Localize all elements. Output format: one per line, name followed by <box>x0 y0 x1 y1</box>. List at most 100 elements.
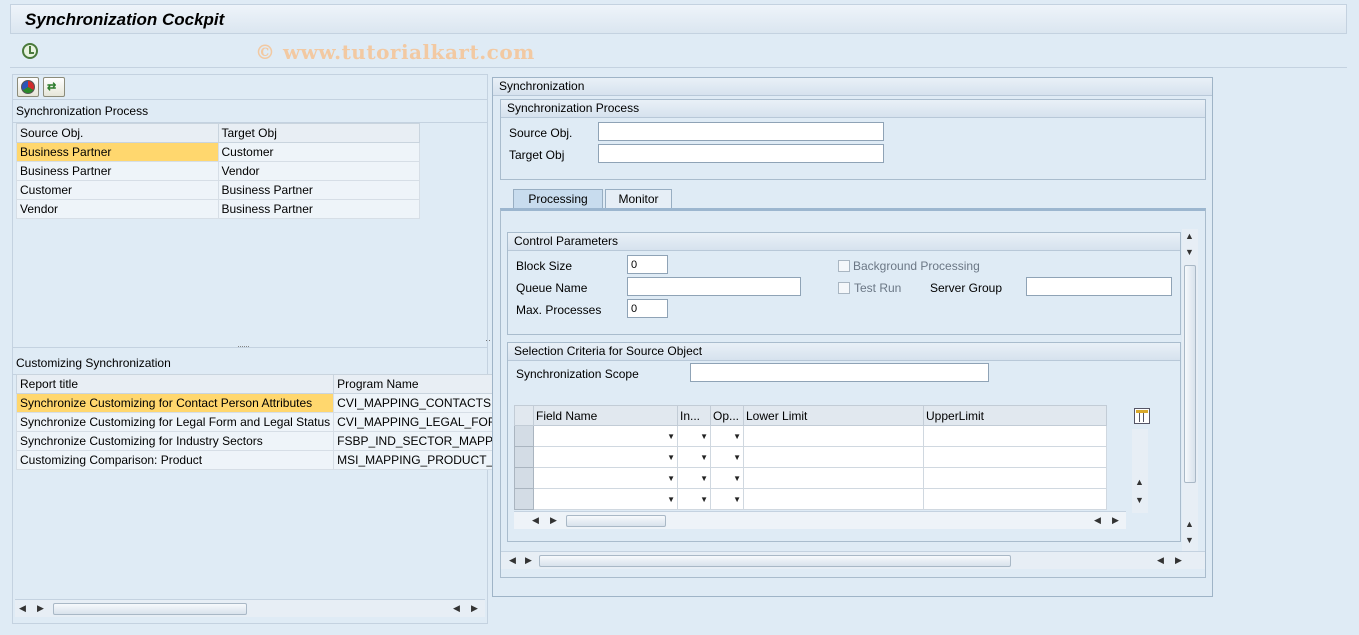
color-ball-button[interactable] <box>17 77 39 97</box>
chevron-down-icon[interactable]: ▼ <box>700 453 708 462</box>
tab-processing[interactable]: Processing <box>513 189 603 209</box>
chevron-down-icon[interactable]: ▼ <box>700 495 708 504</box>
cell-report-title[interactable]: Synchronize Customizing for Contact Pers… <box>15 393 335 413</box>
in-dropdown[interactable]: ▼ <box>677 446 711 468</box>
table-row[interactable]: Synchronize Customizing for Contact Pers… <box>15 393 501 413</box>
scroll-right-icon[interactable]: ▶ <box>550 515 557 526</box>
scroll-right-icon[interactable]: ▶ <box>525 555 532 566</box>
column-header-upper-limit[interactable]: UpperLimit <box>923 405 1107 426</box>
scroll-left-icon[interactable]: ◀ <box>19 603 26 614</box>
table-row[interactable]: ▼ ▼ ▼ <box>514 467 1107 489</box>
test-run-checkbox[interactable] <box>838 282 850 294</box>
table-row[interactable]: Customer Business Partner <box>16 180 420 200</box>
table-row[interactable]: Customizing Comparison: Product MSI_MAPP… <box>15 450 501 470</box>
block-size-input[interactable] <box>627 255 668 274</box>
op-dropdown[interactable]: ▼ <box>710 467 744 489</box>
table-row[interactable]: ▼ ▼ ▼ <box>514 446 1107 468</box>
queue-name-input[interactable] <box>627 277 801 296</box>
scroll-right-icon[interactable]: ▶ <box>37 603 44 614</box>
cell-source[interactable]: Vendor <box>16 199 219 219</box>
upper-limit-cell[interactable] <box>923 446 1107 468</box>
max-processes-input[interactable] <box>627 299 668 318</box>
scroll-down-icon[interactable]: ▼ <box>1185 247 1194 257</box>
scroll-left-icon[interactable]: ◀ <box>532 515 539 526</box>
cell-report-title[interactable]: Synchronize Customizing for Industry Sec… <box>15 431 335 451</box>
cell-report-title[interactable]: Customizing Comparison: Product <box>15 450 335 470</box>
cell-program-name[interactable]: CVI_MAPPING_CONTACTS <box>333 393 501 413</box>
table-settings-icon[interactable] <box>1134 408 1150 424</box>
splitter[interactable] <box>13 347 487 348</box>
lower-limit-cell[interactable] <box>743 488 924 510</box>
scroll-left-icon[interactable]: ◀ <box>509 555 516 566</box>
field-name-dropdown[interactable]: ▼ <box>533 425 678 447</box>
cell-source[interactable]: Customer <box>16 180 219 200</box>
scrollbar-thumb[interactable] <box>566 515 666 527</box>
cell-program-name[interactable]: FSBP_IND_SECTOR_MAPPI <box>333 431 501 451</box>
table-row[interactable]: Business Partner Customer <box>16 142 420 162</box>
table-row[interactable]: Synchronize Customizing for Industry Sec… <box>15 431 501 451</box>
cell-report-title[interactable]: Synchronize Customizing for Legal Form a… <box>15 412 335 432</box>
execute-icon[interactable] <box>22 43 38 59</box>
lower-limit-cell[interactable] <box>743 446 924 468</box>
scroll-right-icon[interactable]: ▶ <box>471 603 478 614</box>
column-header-in[interactable]: In... <box>677 405 711 426</box>
scroll-left-icon[interactable]: ◀ <box>453 603 460 614</box>
op-dropdown[interactable]: ▼ <box>710 446 744 468</box>
lower-limit-cell[interactable] <box>743 425 924 447</box>
lower-limit-cell[interactable] <box>743 467 924 489</box>
op-dropdown[interactable]: ▼ <box>710 425 744 447</box>
scroll-right-icon[interactable]: ▶ <box>1112 515 1119 526</box>
row-selector[interactable] <box>514 467 534 489</box>
server-group-input[interactable] <box>1026 277 1172 296</box>
column-header-lower-limit[interactable]: Lower Limit <box>743 405 924 426</box>
scrollbar-thumb[interactable] <box>539 555 1011 567</box>
field-name-dropdown[interactable]: ▼ <box>533 446 678 468</box>
column-header-program-name[interactable]: Program Name <box>333 374 501 394</box>
cell-target[interactable]: Business Partner <box>217 180 420 200</box>
upper-limit-cell[interactable] <box>923 425 1107 447</box>
scroll-left-icon[interactable]: ◀ <box>1157 555 1164 566</box>
column-header-field-name[interactable]: Field Name <box>533 405 678 426</box>
tab-vertical-scrollbar[interactable]: ▲ ▼ ▲ ▼ <box>1182 229 1198 551</box>
row-selector[interactable] <box>514 446 534 468</box>
chevron-down-icon[interactable]: ▼ <box>733 495 741 504</box>
in-dropdown[interactable]: ▼ <box>677 425 711 447</box>
chevron-down-icon[interactable]: ▼ <box>667 474 675 483</box>
scroll-up-icon[interactable]: ▲ <box>1185 231 1194 241</box>
chevron-down-icon[interactable]: ▼ <box>667 453 675 462</box>
tab-monitor[interactable]: Monitor <box>605 189 672 209</box>
column-header-op[interactable]: Op... <box>710 405 744 426</box>
chevron-down-icon[interactable]: ▼ <box>667 432 675 441</box>
column-header-report-title[interactable]: Report title <box>15 374 335 394</box>
cell-target[interactable]: Vendor <box>217 161 420 181</box>
criteria-vertical-scrollbar[interactable]: ▲ ▼ <box>1132 429 1148 513</box>
chevron-down-icon[interactable]: ▼ <box>733 432 741 441</box>
target-obj-input[interactable] <box>598 144 884 163</box>
chevron-down-icon[interactable]: ▼ <box>733 474 741 483</box>
in-dropdown[interactable]: ▼ <box>677 467 711 489</box>
table-row[interactable]: Synchronize Customizing for Legal Form a… <box>15 412 501 432</box>
scroll-up-icon[interactable]: ▲ <box>1135 477 1144 487</box>
upper-limit-cell[interactable] <box>923 488 1107 510</box>
scroll-down-icon[interactable]: ▼ <box>1185 535 1194 545</box>
upper-limit-cell[interactable] <box>923 467 1107 489</box>
background-processing-checkbox[interactable] <box>838 260 850 272</box>
row-selector[interactable] <box>514 425 534 447</box>
chevron-down-icon[interactable]: ▼ <box>700 474 708 483</box>
table-row[interactable]: Vendor Business Partner <box>16 199 420 219</box>
cell-source[interactable]: Business Partner <box>16 161 219 181</box>
scrollbar-thumb[interactable] <box>1184 265 1196 483</box>
scroll-up-icon[interactable]: ▲ <box>1185 519 1194 529</box>
field-name-dropdown[interactable]: ▼ <box>533 488 678 510</box>
horizontal-scrollbar[interactable]: ◀ ▶ ◀ ▶ <box>15 599 485 617</box>
row-selector[interactable] <box>514 488 534 510</box>
scroll-left-icon[interactable]: ◀ <box>1094 515 1101 526</box>
in-dropdown[interactable]: ▼ <box>677 488 711 510</box>
sync-scope-input[interactable] <box>690 363 989 382</box>
table-row[interactable]: ▼ ▼ ▼ <box>514 425 1107 447</box>
scrollbar-thumb[interactable] <box>53 603 247 615</box>
table-row[interactable]: ▼ ▼ ▼ <box>514 488 1107 510</box>
op-dropdown[interactable]: ▼ <box>710 488 744 510</box>
splitter-grip[interactable]: ······ <box>237 341 250 351</box>
cell-program-name[interactable]: MSI_MAPPING_PRODUCT_ <box>333 450 501 470</box>
